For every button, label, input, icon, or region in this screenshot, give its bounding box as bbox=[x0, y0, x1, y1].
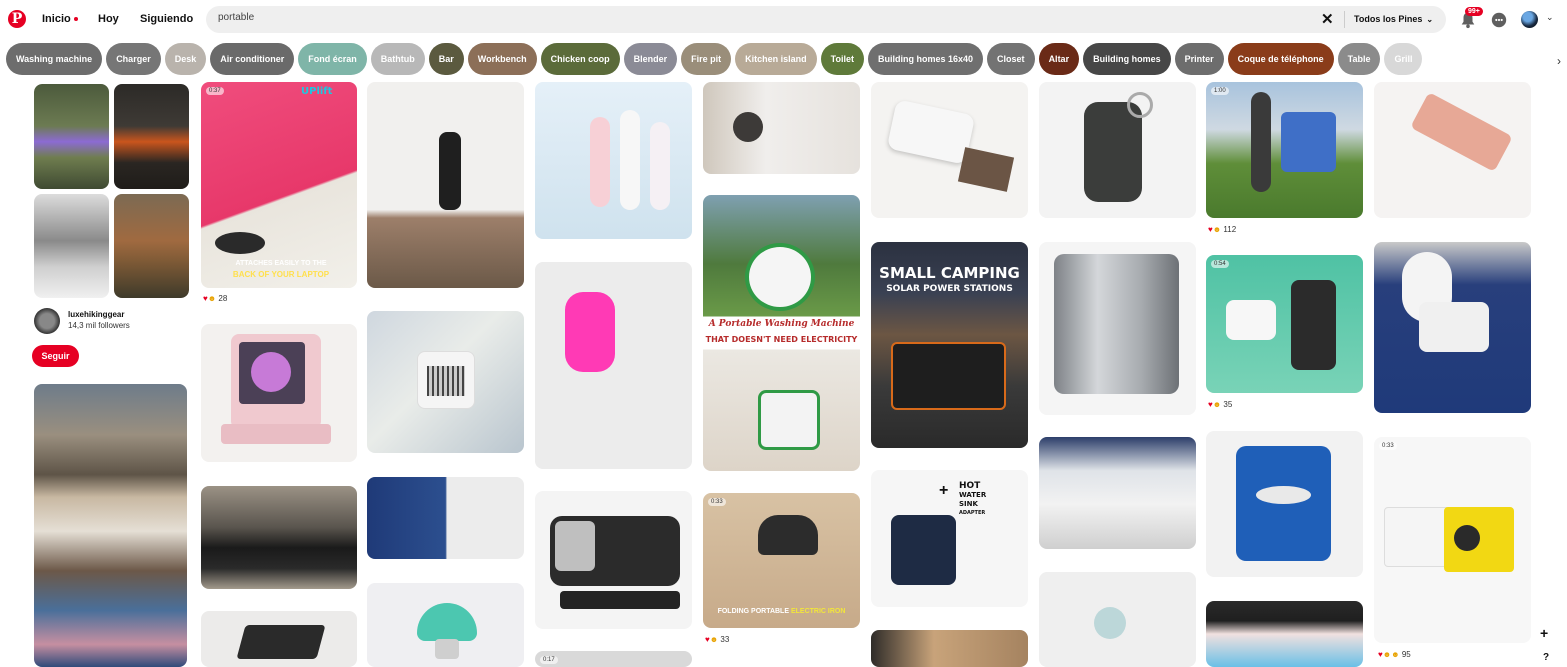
pin-pocket-printer[interactable]: 0:54 bbox=[1206, 255, 1363, 393]
search-chip[interactable]: Closet bbox=[987, 43, 1035, 75]
search-chip[interactable]: Altar bbox=[1038, 43, 1080, 75]
pin-caption: FOLDING PORTABLE ELECTRIC IRON bbox=[717, 608, 846, 615]
pin-camping-chair[interactable]: 1:00 bbox=[1206, 82, 1363, 218]
pin-lantern[interactable] bbox=[367, 82, 524, 288]
search-bar: ✕ Todos los Pines⌄ bbox=[206, 6, 1446, 33]
pin-portable-washing-machine[interactable]: A Portable Washing Machine THAT DOESN'T … bbox=[703, 195, 860, 471]
search-chip[interactable]: Workbench bbox=[467, 43, 537, 75]
search-chip[interactable]: Coque de téléphone bbox=[1227, 43, 1334, 75]
pin-laptop-strap[interactable]: 0:37 UPlift ATTACHES EASILY TO THE BACK … bbox=[201, 82, 357, 288]
pin-portable-iron[interactable]: 0:33 FOLDING PORTABLE ELECTRIC IRON bbox=[703, 493, 860, 628]
search-chip[interactable]: Toilet bbox=[820, 43, 865, 75]
search-chip[interactable]: Building homes bbox=[1083, 43, 1171, 75]
pin-reactions: ♥☻☻ 95 bbox=[1378, 650, 1411, 659]
pin-rv-camper[interactable] bbox=[1039, 437, 1196, 549]
pin-wooden-crate[interactable] bbox=[871, 630, 1028, 667]
create-plus-button[interactable]: + bbox=[1540, 625, 1548, 641]
pin-portable-ac[interactable] bbox=[535, 491, 692, 629]
pinterest-logo-icon[interactable]: P bbox=[8, 10, 26, 28]
search-chip[interactable]: Fond écran bbox=[298, 43, 367, 75]
pin-mini-air-cooler[interactable] bbox=[367, 311, 524, 453]
top-nav-bar: P Inicio Hoy Siguiendo ✕ Todos los Pines… bbox=[0, 0, 1567, 40]
pin-reactions: ♥☻ 33 bbox=[705, 635, 730, 644]
pin-ice-maker[interactable] bbox=[1039, 242, 1196, 415]
pin-bottom-video[interactable]: 0:17 bbox=[535, 651, 692, 667]
search-chip[interactable]: Grill bbox=[1384, 43, 1423, 75]
pin-filter-dropdown[interactable]: Todos los Pines ⌄ bbox=[1354, 14, 1433, 24]
search-chip[interactable]: Building homes 16x40 bbox=[868, 43, 984, 75]
pin-cooker-collage[interactable] bbox=[34, 384, 187, 667]
chevron-right-icon[interactable]: › bbox=[1557, 54, 1561, 68]
pin-rose-gold-powerbank[interactable] bbox=[1374, 82, 1531, 218]
chat-icon[interactable] bbox=[1490, 11, 1508, 29]
pin-mini-projector[interactable]: 0:33 bbox=[1374, 437, 1531, 643]
video-duration-badge: 0:33 bbox=[708, 498, 726, 506]
search-chip[interactable]: Air conditioner bbox=[210, 43, 295, 75]
search-chip[interactable]: Bathtub bbox=[370, 43, 425, 75]
overlay-caption: BACK OF YOUR LAPTOP bbox=[232, 270, 330, 279]
follow-button[interactable]: Seguir bbox=[32, 345, 79, 367]
brand-logo: UPlift bbox=[301, 86, 333, 97]
pin-portable-toilet[interactable] bbox=[367, 477, 524, 559]
video-duration-badge: 1:00 bbox=[1211, 87, 1229, 95]
search-chip[interactable]: Desk bbox=[164, 43, 207, 75]
creator-name[interactable]: luxehikinggear bbox=[68, 310, 124, 319]
pin-handheld-fan[interactable] bbox=[535, 82, 692, 239]
chevron-down-icon[interactable]: ⌄ bbox=[1546, 12, 1554, 23]
strap-disc bbox=[215, 232, 265, 254]
video-duration-badge: 0:33 bbox=[1379, 442, 1397, 450]
related-search-chips: Washing machine Charger Desk Air conditione… bbox=[6, 43, 1567, 75]
pin-reactions: ♥☻ 28 bbox=[203, 294, 228, 303]
overlay-caption: ATTACHES EASILY TO THE bbox=[235, 260, 327, 267]
pin-astronaut-light[interactable] bbox=[1039, 572, 1196, 667]
pin-solar-power-station[interactable]: SMALL CAMPING SOLAR POWER STATIONS bbox=[871, 242, 1028, 448]
pin-water-heater[interactable]: + HOT WATER SINK ADAPTER bbox=[871, 470, 1028, 607]
search-divider bbox=[1344, 11, 1345, 28]
nav-home[interactable]: Inicio bbox=[42, 13, 78, 25]
search-chip[interactable]: Bar bbox=[428, 43, 464, 75]
pin-bath-tub[interactable] bbox=[1206, 601, 1363, 667]
pin-title: SMALL CAMPING bbox=[879, 264, 1020, 282]
avatar[interactable] bbox=[1521, 11, 1538, 28]
pin-reactions: ♥☻ 112 bbox=[1208, 225, 1237, 234]
search-chip[interactable]: Kitchen island bbox=[735, 43, 817, 75]
video-duration-badge: 0:37 bbox=[206, 87, 224, 95]
pin-mushroom-speaker[interactable] bbox=[367, 583, 524, 667]
search-chip[interactable]: Washing machine bbox=[6, 43, 103, 75]
search-chip[interactable]: Charger bbox=[106, 43, 161, 75]
pin-title: SOLAR POWER STATIONS bbox=[886, 284, 1013, 294]
notification-badge: 99+ bbox=[1465, 7, 1483, 16]
pin-caption: THAT DOESN'T NEED ELECTRICITY bbox=[705, 335, 858, 344]
pin-caption: A Portable Washing Machine bbox=[708, 319, 855, 329]
plus-sign: + bbox=[939, 482, 949, 499]
pin-pink-retro-speaker[interactable] bbox=[201, 324, 357, 462]
help-button[interactable]: ? bbox=[1543, 652, 1549, 663]
search-chip[interactable]: Blender bbox=[623, 43, 678, 75]
pin-portable-console[interactable] bbox=[201, 486, 357, 589]
pin-folding-toilet[interactable] bbox=[1374, 242, 1531, 413]
close-icon[interactable]: ✕ bbox=[1321, 10, 1334, 28]
creator-avatar[interactable] bbox=[34, 308, 60, 334]
search-chip[interactable]: Printer bbox=[1174, 43, 1224, 75]
video-duration-badge: 0:54 bbox=[1211, 260, 1229, 268]
pin-washing-room[interactable] bbox=[703, 82, 860, 174]
search-chip[interactable]: Chicken coop bbox=[540, 43, 620, 75]
search-chip[interactable]: Fire pit bbox=[681, 43, 732, 75]
pin-photo-printer[interactable] bbox=[871, 82, 1028, 218]
chevron-down-icon: ⌄ bbox=[1426, 15, 1434, 24]
search-chip[interactable]: Table bbox=[1337, 43, 1381, 75]
pin-blue-chair-toilet[interactable] bbox=[1206, 431, 1363, 577]
pin-tent-collage[interactable] bbox=[34, 84, 189, 298]
search-input[interactable] bbox=[218, 12, 1298, 23]
pin-gummy-bear-powerbank[interactable] bbox=[535, 262, 692, 469]
pin-black-powerbank[interactable] bbox=[1039, 82, 1196, 218]
pin-reactions: ♥☻ 35 bbox=[1208, 400, 1233, 409]
nav-today[interactable]: Hoy bbox=[98, 13, 119, 25]
hot-water-sink-label: HOT WATER SINK ADAPTER bbox=[959, 481, 987, 517]
pin-folding-chair[interactable] bbox=[201, 611, 357, 667]
video-duration-badge: 0:17 bbox=[540, 656, 558, 664]
nav-following[interactable]: Siguiendo bbox=[140, 13, 193, 25]
creator-followers: 14,3 mil followers bbox=[68, 321, 130, 330]
